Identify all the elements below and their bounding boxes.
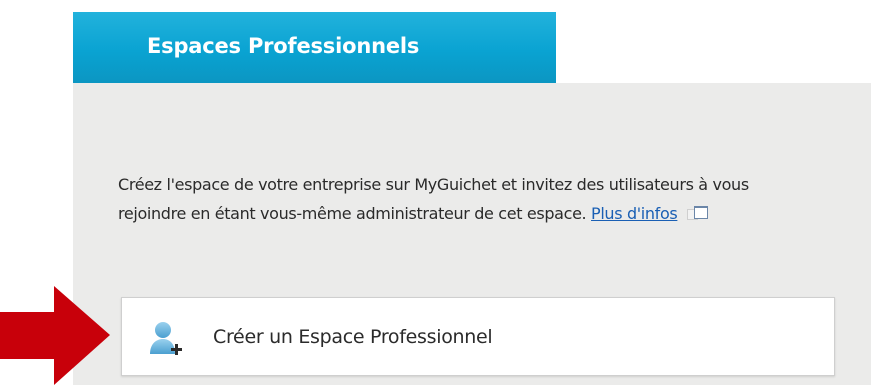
tab-title: Espaces Professionnels bbox=[147, 34, 420, 58]
red-arrow-pointer-icon bbox=[0, 286, 110, 385]
description-text: Créez l'espace de votre entreprise sur M… bbox=[118, 170, 818, 228]
tab-espaces-professionnels[interactable]: Espaces Professionnels bbox=[73, 12, 556, 83]
add-user-icon bbox=[150, 322, 182, 355]
page: Espaces Professionnels Créez l'espace de… bbox=[0, 0, 871, 385]
more-info-link[interactable]: Plus d'infos bbox=[591, 204, 678, 223]
external-window-icon[interactable] bbox=[687, 206, 709, 220]
create-professional-space-button[interactable]: Créer un Espace Professionnel bbox=[121, 297, 835, 376]
create-button-label: Créer un Espace Professionnel bbox=[213, 326, 493, 348]
